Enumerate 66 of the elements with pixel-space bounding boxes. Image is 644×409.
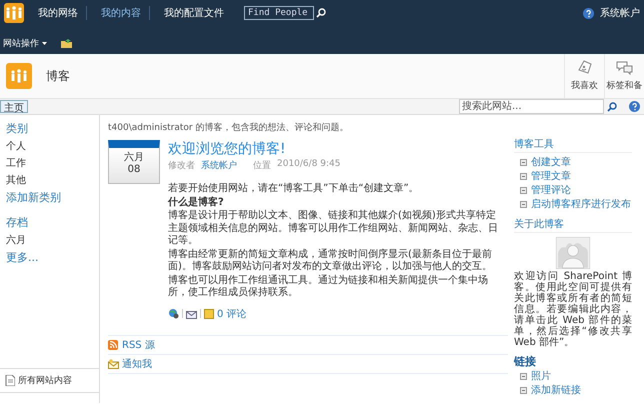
all-content-link[interactable]: 所有网站内容 xyxy=(18,374,72,387)
speech-bubbles-icon xyxy=(616,60,633,75)
category-link[interactable]: 其他 xyxy=(6,173,26,187)
bullet-icon xyxy=(520,372,527,380)
nav-tab[interactable]: 主页 xyxy=(0,100,28,113)
tool-link[interactable]: 管理文章 xyxy=(520,169,632,183)
search-field[interactable]: Find People xyxy=(244,6,314,20)
help-icon[interactable] xyxy=(629,101,640,112)
blog-description: t400\administrator 的博客，包含我的想法、评论和问题。 xyxy=(108,122,350,134)
add-link[interactable]: 添加新链接 xyxy=(520,383,632,397)
like-button[interactable]: 我喜欢 xyxy=(564,54,604,98)
post-paragraph: 博客也可以用作工作组通讯工具。通过为链接和相关新闻提供一个集中场所，使工作组成员保持联系。 xyxy=(168,274,489,300)
month-label: 六月 xyxy=(124,150,144,164)
section-heading[interactable]: 类别 xyxy=(6,121,28,136)
category-link[interactable]: 工作 xyxy=(6,156,26,170)
help-icon xyxy=(583,8,594,18)
bullet-icon xyxy=(520,158,527,166)
bullet-icon xyxy=(520,186,527,194)
bullet-icon xyxy=(520,172,527,180)
post-date: 2010/6/8 9:45 xyxy=(277,159,340,171)
nav-link[interactable]: 我的配置文件 xyxy=(156,6,232,20)
tool-link[interactable]: 创建文章 xyxy=(520,155,632,169)
note-icon[interactable] xyxy=(204,308,214,318)
post-paragraph: 博客是设计用于帮助以文本、图像、链接和其他媒介(如视频)形式共享特定主题领域相关信息的网站。博客可以用作工作组网站、新闻网站、杂志、日记等。 xyxy=(168,210,498,248)
tool-link[interactable]: 启动博客程序进行发布 xyxy=(520,197,632,211)
alert-me-link[interactable]: 通知我 xyxy=(108,354,508,374)
meta-label: 修改者 xyxy=(168,160,195,172)
rss-icon xyxy=(108,340,119,350)
link-item[interactable]: 照片 xyxy=(520,369,632,383)
post-paragraph: 博客由经常更新的简短文章构成，通常按时间倒序显示(最新条目位于最前面)。博客鼓励网站访问者对发布的文章做出评论，以加强与他人的交互。 xyxy=(168,248,493,274)
post-subheading: 什么是博客? xyxy=(168,196,225,209)
add-category-link[interactable]: 添加新类别 xyxy=(6,190,61,205)
user-name[interactable]: 系统帐户 xyxy=(600,6,640,20)
section-heading: 关于此博客 xyxy=(514,217,632,233)
site-actions-menu[interactable]: 网站操作 xyxy=(3,37,47,50)
nav-link[interactable]: 我的内容 xyxy=(93,6,150,20)
bullet-icon xyxy=(520,200,527,208)
tags-notes-button[interactable]: 标签和备 xyxy=(604,54,644,98)
document-icon xyxy=(5,375,15,386)
comments-link[interactable]: 0 评论 xyxy=(217,306,247,320)
search-icon xyxy=(316,8,326,18)
archive-link[interactable]: 六月 xyxy=(6,233,26,247)
post-title[interactable]: 欢迎浏览您的博客! xyxy=(168,140,498,158)
caret-icon xyxy=(42,42,47,45)
tool-link[interactable]: 管理评论 xyxy=(520,183,632,197)
post-paragraph: 若要开始使用网站，请在“博客工具”下单击“创建文章”。 xyxy=(168,183,420,196)
search-field[interactable]: 搜索此网站... xyxy=(459,99,604,114)
search-icon xyxy=(607,102,617,112)
page-title: 博客 xyxy=(46,68,71,84)
section-heading: 链接 xyxy=(514,354,537,369)
author-link[interactable]: 系统帐户 xyxy=(201,159,237,172)
people-icon xyxy=(9,67,29,85)
nav-link[interactable]: 我的网络 xyxy=(30,6,87,20)
day-label: 08 xyxy=(128,164,140,175)
folder-icon[interactable] xyxy=(61,39,72,48)
bullet-icon xyxy=(520,386,527,394)
section-heading[interactable]: 存档 xyxy=(6,215,28,230)
envelope-icon xyxy=(108,358,119,368)
meta-label: 位置 xyxy=(253,160,271,172)
about-text: 欢迎访问 SharePoint 博客。使用此空间可提供有关此博客或所有者的简短信息。若要编辑此内容，请单击此 Web 部件的菜单，然后选择“修改共享 Web 部件”。 xyxy=(514,271,632,348)
section-heading: 博客工具 xyxy=(514,137,632,153)
more-link[interactable]: 更多... xyxy=(6,250,38,265)
envelope-icon[interactable] xyxy=(186,308,197,318)
tag-icon xyxy=(576,60,593,75)
category-link[interactable]: 个人 xyxy=(6,139,26,153)
rss-feed-link[interactable]: RSS 源 xyxy=(108,336,508,354)
